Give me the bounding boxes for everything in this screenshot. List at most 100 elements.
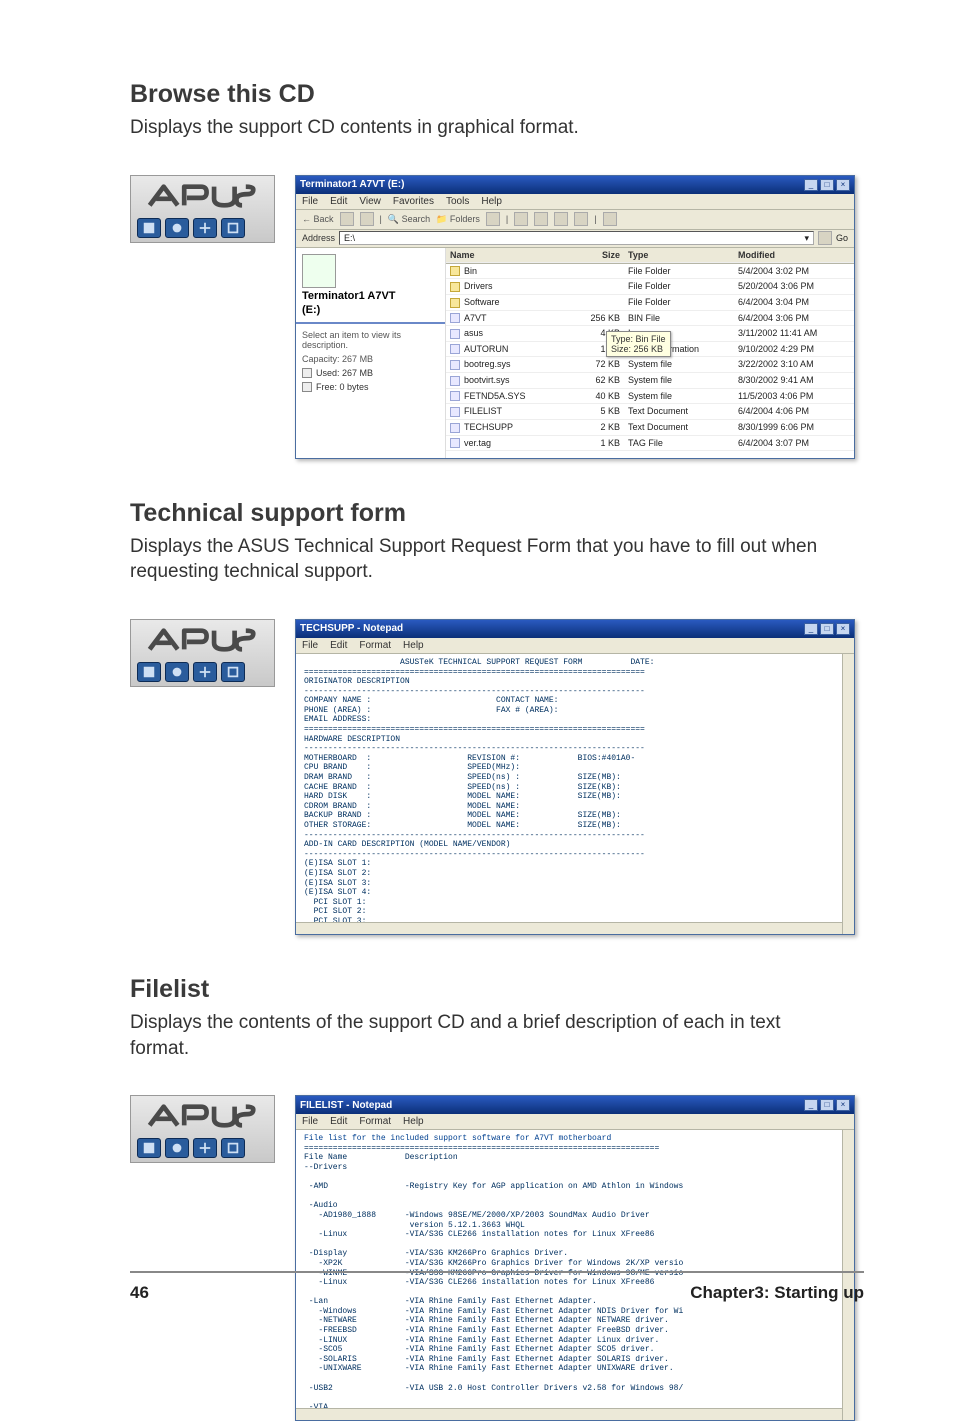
tooltip-type: Type: Bin File: [611, 334, 666, 344]
footer-rule: [130, 1271, 864, 1273]
filelist-heading: Filelist: [130, 975, 874, 1004]
close-icon[interactable]: ×: [836, 1099, 850, 1111]
table-row[interactable]: FILELIST5 KBText Document6/4/2004 4:06 P…: [446, 404, 854, 420]
table-row[interactable]: BinFile Folder5/4/2004 3:02 PM: [446, 264, 854, 280]
thumb-btn-4[interactable]: [221, 218, 245, 238]
back-button[interactable]: ← Back: [302, 214, 334, 224]
thumb-btn-1[interactable]: [137, 218, 161, 238]
col-type[interactable]: Type: [624, 248, 734, 263]
thumb-btn-1[interactable]: [137, 662, 161, 682]
explorer-toolbar: ← Back | 🔍 Search 📁 Folders | |: [296, 210, 854, 230]
side-drive: (E:): [302, 304, 439, 316]
thumb-btn-2[interactable]: [165, 1138, 189, 1158]
thumb-btn-4[interactable]: [221, 1138, 245, 1158]
file-icon: [450, 313, 460, 323]
table-row[interactable]: bootvirt.sys62 KBSystem file8/30/2002 9:…: [446, 373, 854, 389]
table-row[interactable]: TECHSUPP2 KBText Document8/30/1999 6:06 …: [446, 420, 854, 436]
close-icon[interactable]: ×: [836, 179, 850, 191]
file-icon: [450, 438, 460, 448]
horizontal-scrollbar[interactable]: [296, 1408, 842, 1420]
side-capacity: Capacity: 267 MB: [302, 354, 439, 364]
table-row[interactable]: FETND5A.SYS40 KBSystem file11/5/2003 4:0…: [446, 389, 854, 405]
asus-thumb-tech: [130, 619, 275, 687]
used-icon: [302, 368, 312, 378]
copy-icon[interactable]: [534, 212, 548, 226]
minimize-icon[interactable]: _: [804, 179, 818, 191]
side-used: Used: 267 MB: [316, 368, 373, 378]
side-hint: Select an item to view its description.: [302, 330, 439, 350]
folders-button[interactable]: 📁 Folders: [436, 214, 480, 225]
table-row[interactable]: bootreg.sys72 KBSystem file3/22/2002 3:1…: [446, 357, 854, 373]
techsupp-title: TECHSUPP - Notepad: [300, 623, 403, 634]
browse-heading: Browse this CD: [130, 80, 874, 109]
move-icon[interactable]: [514, 212, 528, 226]
views-icon[interactable]: [603, 212, 617, 226]
notepad-menubar[interactable]: File Edit Format Help: [296, 638, 854, 654]
maximize-icon[interactable]: □: [820, 179, 834, 191]
forward-icon[interactable]: [340, 212, 354, 226]
col-size[interactable]: Size: [572, 248, 624, 263]
col-modified[interactable]: Modified: [734, 248, 854, 263]
menu-edit[interactable]: Edit: [330, 638, 347, 653]
menu-format[interactable]: Format: [359, 638, 391, 653]
menu-file[interactable]: File: [302, 1114, 318, 1129]
close-icon[interactable]: ×: [836, 623, 850, 635]
menu-format[interactable]: Format: [359, 1114, 391, 1129]
menu-file[interactable]: File: [302, 194, 318, 209]
filelist-header1: File list for the included support softw…: [304, 1134, 846, 1144]
page-number: 46: [130, 1283, 149, 1303]
file-icon: [450, 376, 460, 386]
table-row[interactable]: DriversFile Folder5/20/2004 3:06 PM: [446, 279, 854, 295]
thumb-btn-3[interactable]: [193, 218, 217, 238]
thumb-btn-2[interactable]: [165, 662, 189, 682]
filelist-title: FILELIST - Notepad: [300, 1100, 392, 1111]
techsupp-body[interactable]: ASUSTeK TECHNICAL SUPPORT REQUEST FORM D…: [296, 654, 854, 934]
undo-icon[interactable]: [574, 212, 588, 226]
table-row[interactable]: SoftwareFile Folder6/4/2004 3:04 PM: [446, 295, 854, 311]
vertical-scrollbar[interactable]: [842, 654, 854, 934]
notepad-menubar[interactable]: File Edit Format Help: [296, 1114, 854, 1130]
menu-help[interactable]: Help: [481, 194, 502, 209]
explorer-menubar[interactable]: File Edit View Favorites Tools Help: [296, 194, 854, 210]
thumb-btn-3[interactable]: [193, 1138, 217, 1158]
menu-view[interactable]: View: [359, 194, 381, 209]
delete-icon[interactable]: [554, 212, 568, 226]
thumb-btn-2[interactable]: [165, 218, 189, 238]
maximize-icon[interactable]: □: [820, 623, 834, 635]
address-field[interactable]: E:\ ▾: [339, 231, 814, 245]
asus-thumb-browse: [130, 175, 275, 243]
col-name[interactable]: Name: [446, 248, 572, 263]
maximize-icon[interactable]: □: [820, 1099, 834, 1111]
history-icon[interactable]: [486, 212, 500, 226]
go-button[interactable]: [818, 231, 832, 245]
explorer-title: Terminator1 A7VT (E:): [300, 179, 404, 190]
table-row[interactable]: A7VT256 KBBIN File6/4/2004 3:06 PM: [446, 311, 854, 327]
chevron-down-icon[interactable]: ▾: [804, 233, 809, 244]
filelist-body[interactable]: File list for the included support softw…: [296, 1130, 854, 1420]
side-product: Terminator1 A7VT: [302, 290, 439, 302]
menu-help[interactable]: Help: [403, 1114, 424, 1129]
menu-file[interactable]: File: [302, 638, 318, 653]
side-free: Free: 0 bytes: [316, 382, 369, 392]
up-icon[interactable]: [360, 212, 374, 226]
file-icon: [450, 423, 460, 433]
menu-help[interactable]: Help: [403, 638, 424, 653]
thumb-btn-4[interactable]: [221, 662, 245, 682]
horizontal-scrollbar[interactable]: [296, 922, 842, 934]
menu-tools[interactable]: Tools: [446, 194, 469, 209]
menu-edit[interactable]: Edit: [330, 194, 347, 209]
minimize-icon[interactable]: _: [804, 623, 818, 635]
side-panel: Terminator1 A7VT (E:) Select an item to …: [296, 248, 446, 458]
search-button[interactable]: 🔍 Search: [388, 214, 430, 225]
menu-edit[interactable]: Edit: [330, 1114, 347, 1129]
menu-favorites[interactable]: Favorites: [393, 194, 434, 209]
asus-logo-icon: [141, 626, 261, 654]
vertical-scrollbar[interactable]: [842, 1130, 854, 1420]
minimize-icon[interactable]: _: [804, 1099, 818, 1111]
table-row[interactable]: ver.tag1 KBTAG File6/4/2004 3:07 PM: [446, 436, 854, 452]
thumb-btn-1[interactable]: [137, 1138, 161, 1158]
thumb-btn-3[interactable]: [193, 662, 217, 682]
explorer-window: Terminator1 A7VT (E:) _ □ × File Edit Vi…: [295, 175, 855, 459]
address-value: E:\: [344, 233, 355, 243]
file-icon: [450, 344, 460, 354]
